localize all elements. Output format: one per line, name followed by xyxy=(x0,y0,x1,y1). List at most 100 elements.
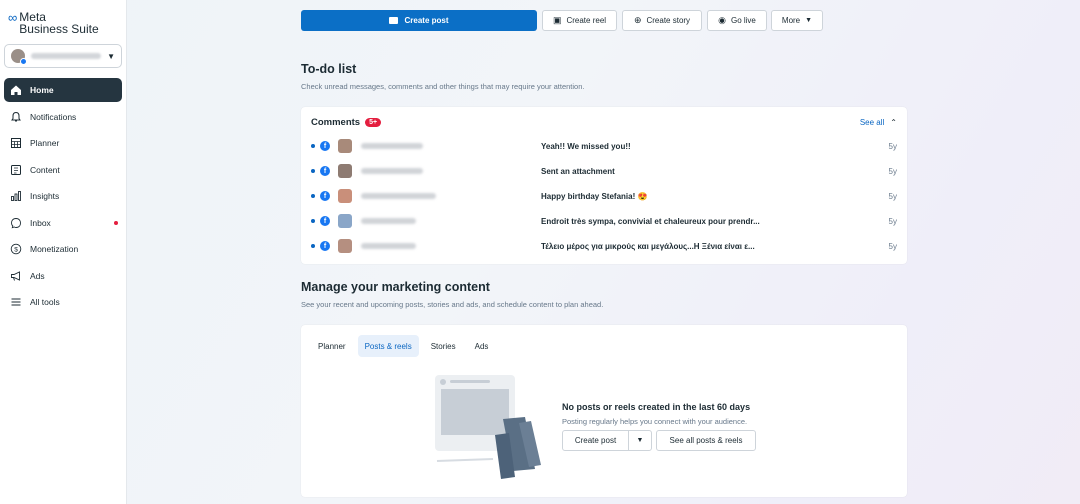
todo-subtitle: Check unread messages, comments and othe… xyxy=(301,82,585,91)
create-post-split-button[interactable]: Create post ▼ xyxy=(562,430,652,451)
avatar xyxy=(338,139,352,153)
sidebar-item-all-tools[interactable]: All tools xyxy=(4,290,122,314)
caret-down-icon: ▼ xyxy=(107,51,115,61)
see-all-posts-reels-button[interactable]: See all posts & reels xyxy=(656,430,756,451)
comment-row[interactable]: f Sent an attachment 5y xyxy=(301,161,907,181)
go-live-button[interactable]: ◉ Go live xyxy=(707,10,767,31)
sidebar-item-label: Ads xyxy=(30,270,45,281)
bar-chart-icon xyxy=(10,190,22,202)
unread-dot xyxy=(311,169,315,173)
dollar-circle-icon: $ xyxy=(10,243,22,255)
sidebar-item-label: Notifications xyxy=(30,111,77,122)
avatar xyxy=(338,214,352,228)
tab-ads[interactable]: Ads xyxy=(468,335,496,357)
comment-time: 5y xyxy=(888,141,897,151)
go-live-label: Go live xyxy=(730,16,756,25)
see-all-label: See all xyxy=(859,118,885,127)
commenter-name-redacted xyxy=(361,143,423,149)
account-name-redacted xyxy=(31,53,101,59)
comments-header: Comments 5+ xyxy=(311,117,382,128)
sidebar-item-ads[interactable]: Ads xyxy=(4,264,122,288)
post-icon xyxy=(389,17,399,24)
empty-state-illustration xyxy=(435,375,541,479)
sidebar-item-label: Inbox xyxy=(30,217,51,228)
sidebar-item-label: Home xyxy=(30,85,54,95)
create-story-button[interactable]: ⊕ Create story xyxy=(622,10,702,31)
facebook-badge-icon xyxy=(20,58,27,65)
comment-text: Yeah!! We missed you!! xyxy=(541,141,631,151)
create-story-label: Create story xyxy=(646,16,691,25)
tab-planner[interactable]: Planner xyxy=(311,335,353,357)
comments-count-badge: 5+ xyxy=(365,118,382,127)
avatar xyxy=(338,189,352,203)
content-tabs: Planner Posts & reels Stories Ads xyxy=(311,335,500,357)
sidebar-item-monetization[interactable]: $ Monetization xyxy=(4,237,122,261)
meta-logo[interactable]: ∞ Meta Business Suite xyxy=(8,10,99,36)
commenter-name-redacted xyxy=(361,168,423,174)
sidebar-item-label: Monetization xyxy=(30,244,79,254)
empty-state-subtitle: Posting regularly helps you connect with… xyxy=(562,417,748,426)
facebook-icon: f xyxy=(320,166,330,176)
unread-dot xyxy=(311,244,315,248)
unread-dot xyxy=(311,144,315,148)
sidebar-item-notifications[interactable]: Notifications xyxy=(4,105,122,129)
bell-icon xyxy=(10,111,22,123)
create-post-label: Create post xyxy=(404,16,449,25)
comment-row[interactable]: f Yeah!! We missed you!! 5y xyxy=(301,136,907,156)
comment-time: 5y xyxy=(888,191,897,201)
chat-bubble-icon xyxy=(10,217,22,229)
sidebar-item-content[interactable]: Content xyxy=(4,158,122,182)
comment-time: 5y xyxy=(888,241,897,251)
tab-posts-reels[interactable]: Posts & reels xyxy=(357,335,419,357)
account-switcher[interactable]: ▼ xyxy=(4,44,122,68)
caret-down-icon[interactable]: ▼ xyxy=(629,431,651,450)
unread-dot xyxy=(311,194,315,198)
sidebar-item-home[interactable]: Home xyxy=(4,78,122,102)
commenter-name-redacted xyxy=(361,243,416,249)
facebook-icon: f xyxy=(320,191,330,201)
story-plus-icon: ⊕ xyxy=(633,15,642,25)
commenter-name-redacted xyxy=(361,218,416,224)
meta-infinity-icon: ∞ xyxy=(8,10,18,25)
reel-icon: ▣ xyxy=(552,15,562,25)
logo-line2: Business Suite xyxy=(19,22,99,36)
comment-row[interactable]: f Endroit très sympa, convivial et chale… xyxy=(301,211,907,231)
menu-icon xyxy=(10,296,22,308)
sidebar-item-planner[interactable]: Planner xyxy=(4,131,122,155)
home-icon xyxy=(10,84,22,96)
sidebar-item-insights[interactable]: Insights xyxy=(4,184,122,208)
empty-state-title: No posts or reels created in the last 60… xyxy=(562,402,751,412)
sidebar-item-label: Content xyxy=(30,164,60,175)
tab-stories[interactable]: Stories xyxy=(424,335,463,357)
comment-text: Happy birthday Stefania! 😍 xyxy=(541,191,648,201)
todo-title: To-do list xyxy=(301,62,357,76)
create-post-button[interactable]: Create post xyxy=(301,10,537,31)
comment-row[interactable]: f Happy birthday Stefania! 😍 5y xyxy=(301,186,907,206)
comment-time: 5y xyxy=(888,166,897,176)
sidebar-item-label: Insights xyxy=(30,191,60,201)
calendar-grid-icon xyxy=(10,137,22,149)
marketing-card: Planner Posts & reels Stories Ads No pos… xyxy=(301,325,907,497)
commenter-name-redacted xyxy=(361,193,436,199)
facebook-icon: f xyxy=(320,241,330,251)
more-button[interactable]: More ▼ xyxy=(771,10,823,31)
facebook-icon: f xyxy=(320,216,330,226)
create-reel-button[interactable]: ▣ Create reel xyxy=(542,10,617,31)
avatar xyxy=(338,164,352,178)
content-icon xyxy=(10,164,22,176)
comment-text: Sent an attachment xyxy=(541,166,615,176)
sidebar-item-inbox[interactable]: Inbox xyxy=(4,211,122,235)
comment-text: Τέλειο μέρος για μικρούς και μεγάλους...… xyxy=(541,241,755,251)
comment-row[interactable]: f Τέλειο μέρος για μικρούς και μεγάλους.… xyxy=(301,236,907,256)
avatar xyxy=(338,239,352,253)
sidebar-nav: Home Notifications Planner Content Insig… xyxy=(4,78,122,317)
svg-text:$: $ xyxy=(14,246,18,253)
comments-see-all-link[interactable]: See all ⌃ xyxy=(860,118,897,127)
create-post-button-secondary[interactable]: Create post xyxy=(563,431,629,450)
unread-indicator-dot xyxy=(114,220,118,225)
sidebar-item-label: All tools xyxy=(30,297,60,307)
facebook-icon: f xyxy=(320,141,330,151)
unread-dot xyxy=(311,219,315,223)
caret-down-icon: ▼ xyxy=(805,17,813,24)
comments-card: Comments 5+ See all ⌃ f Yeah!! We missed… xyxy=(301,107,907,264)
